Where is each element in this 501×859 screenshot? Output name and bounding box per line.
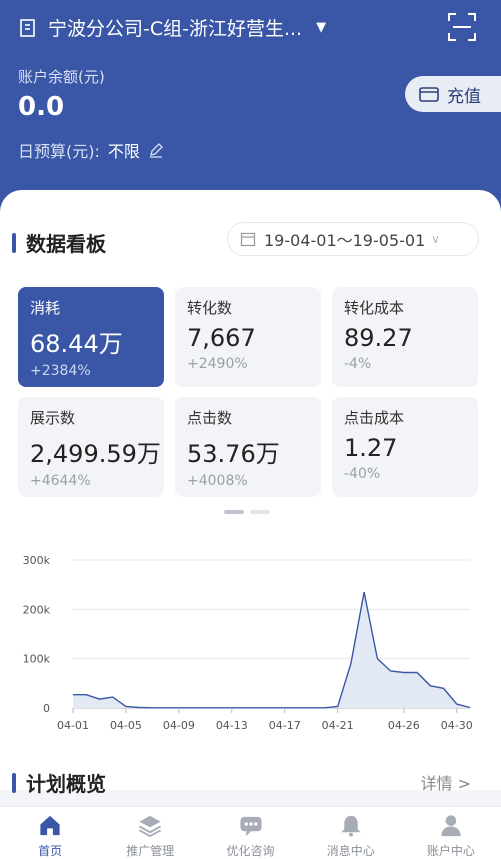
metric-card-click-cost[interactable]: 点击成本 1.27 -40%: [332, 397, 478, 497]
x-tick-label: 04-13: [216, 719, 248, 732]
title-accent-bar: [12, 772, 16, 793]
x-tick-label: 04-26: [388, 719, 420, 732]
plan-overview-title: 计划概览: [12, 768, 106, 797]
metric-change: -4%: [344, 356, 372, 372]
tab-consult[interactable]: 优化咨询: [200, 807, 300, 859]
metric-label: 消耗: [30, 299, 61, 317]
metric-value: 53.76万: [187, 440, 280, 468]
metric-value: 68.44万: [30, 330, 123, 358]
edit-icon[interactable]: [148, 142, 164, 158]
metric-value: 7,667: [187, 324, 256, 352]
date-range-text: 19-04-01～19-05-01: [264, 231, 426, 250]
budget-value: 不限: [107, 142, 140, 161]
y-tick-label: 200k: [23, 603, 51, 616]
bottom-tab-bar: 首页 推广管理 优化咨询 消息中心 账户中心: [0, 806, 501, 859]
budget-label: 日预算(元):: [18, 142, 100, 161]
chat-icon: [239, 816, 262, 837]
metric-card-spend[interactable]: 消耗 68.44万 +2384%: [18, 287, 164, 387]
x-tick-label: 04-30: [441, 719, 473, 732]
home-icon: [40, 815, 60, 836]
tab-promotion[interactable]: 推广管理: [100, 807, 200, 859]
plan-overview-title-text: 计划概览: [26, 772, 106, 796]
x-tick-label: 04-09: [163, 719, 195, 732]
dashboard-title: 数据看板: [12, 228, 106, 257]
metric-value: 2,499.59万: [30, 440, 161, 468]
building-icon: [20, 18, 35, 37]
metric-card-impressions[interactable]: 展示数 2,499.59万 +4644%: [18, 397, 164, 497]
recharge-label: 充值: [447, 86, 481, 107]
caret-down-icon: ▼: [316, 20, 327, 35]
metric-card-conversion-cost[interactable]: 转化成本 89.27 -4%: [332, 287, 478, 387]
daily-budget[interactable]: 日预算(元): 不限: [18, 138, 164, 162]
bell-icon: [341, 815, 361, 837]
dashboard-title-text: 数据看板: [26, 232, 106, 256]
chevron-down-icon: ∨: [431, 232, 441, 246]
details-link[interactable]: 详情 >: [421, 770, 472, 794]
metric-card-conversions[interactable]: 转化数 7,667 +2490%: [175, 287, 321, 387]
calendar-icon: [240, 232, 256, 247]
metric-card-clicks[interactable]: 点击数 53.76万 +4008%: [175, 397, 321, 497]
pager-dot: [250, 510, 270, 514]
date-range-picker[interactable]: 19-04-01～19-05-01 ∨: [227, 222, 479, 256]
recharge-button[interactable]: 充值: [405, 76, 501, 112]
tab-label: 账户中心: [426, 844, 475, 858]
title-accent-bar: [12, 232, 16, 253]
x-tick-label: 04-17: [269, 719, 301, 732]
y-tick-label: 300k: [23, 554, 51, 567]
metric-change: +2490%: [187, 356, 248, 372]
metric-change: +4008%: [187, 473, 248, 489]
y-tick-label: 100k: [23, 653, 51, 666]
x-tick-label: 04-05: [110, 719, 142, 732]
metric-label: 点击数: [187, 409, 233, 427]
metric-label: 展示数: [30, 409, 76, 427]
tab-account[interactable]: 账户中心: [401, 807, 501, 859]
account-selector[interactable]: 宁波分公司-C组-浙江好营生... ▼: [18, 14, 326, 41]
pager-dots: [224, 510, 276, 514]
metric-label: 转化数: [187, 299, 233, 317]
balance-value: 0.0: [18, 92, 65, 122]
wallet-icon: [419, 87, 439, 102]
tab-label: 推广管理: [126, 844, 175, 858]
metric-change: +2384%: [30, 363, 91, 379]
tab-messages[interactable]: 消息中心: [301, 807, 401, 859]
tab-home[interactable]: 首页: [0, 807, 100, 859]
metric-label: 转化成本: [344, 299, 405, 317]
pager-dot-active: [224, 510, 244, 514]
metric-change: +4644%: [30, 473, 91, 489]
metric-label: 点击成本: [344, 409, 405, 427]
tab-label: 优化咨询: [226, 844, 275, 858]
metric-value: 89.27: [344, 324, 413, 352]
y-tick-label: 0: [43, 702, 50, 715]
x-tick-label: 04-21: [322, 719, 354, 732]
balance-label: 账户余额(元): [18, 68, 105, 86]
x-tick-label: 04-01: [57, 719, 89, 732]
metric-change: -40%: [344, 466, 381, 482]
layers-icon: [139, 815, 162, 838]
tab-label: 消息中心: [326, 844, 375, 858]
account-name: 宁波分公司-C组-浙江好营生...: [48, 18, 303, 40]
account-header: 宁波分公司-C组-浙江好营生... ▼ 账户余额(元) 0.0 日预算(元): …: [0, 0, 501, 215]
tab-label: 首页: [38, 844, 63, 858]
scan-icon[interactable]: [447, 12, 477, 42]
metric-value: 1.27: [344, 434, 398, 462]
trend-chart: 0 100k 200k 300k 04-01 04-05 04-09 04-13 04-17 04…: [23, 554, 473, 732]
user-icon: [441, 815, 461, 837]
